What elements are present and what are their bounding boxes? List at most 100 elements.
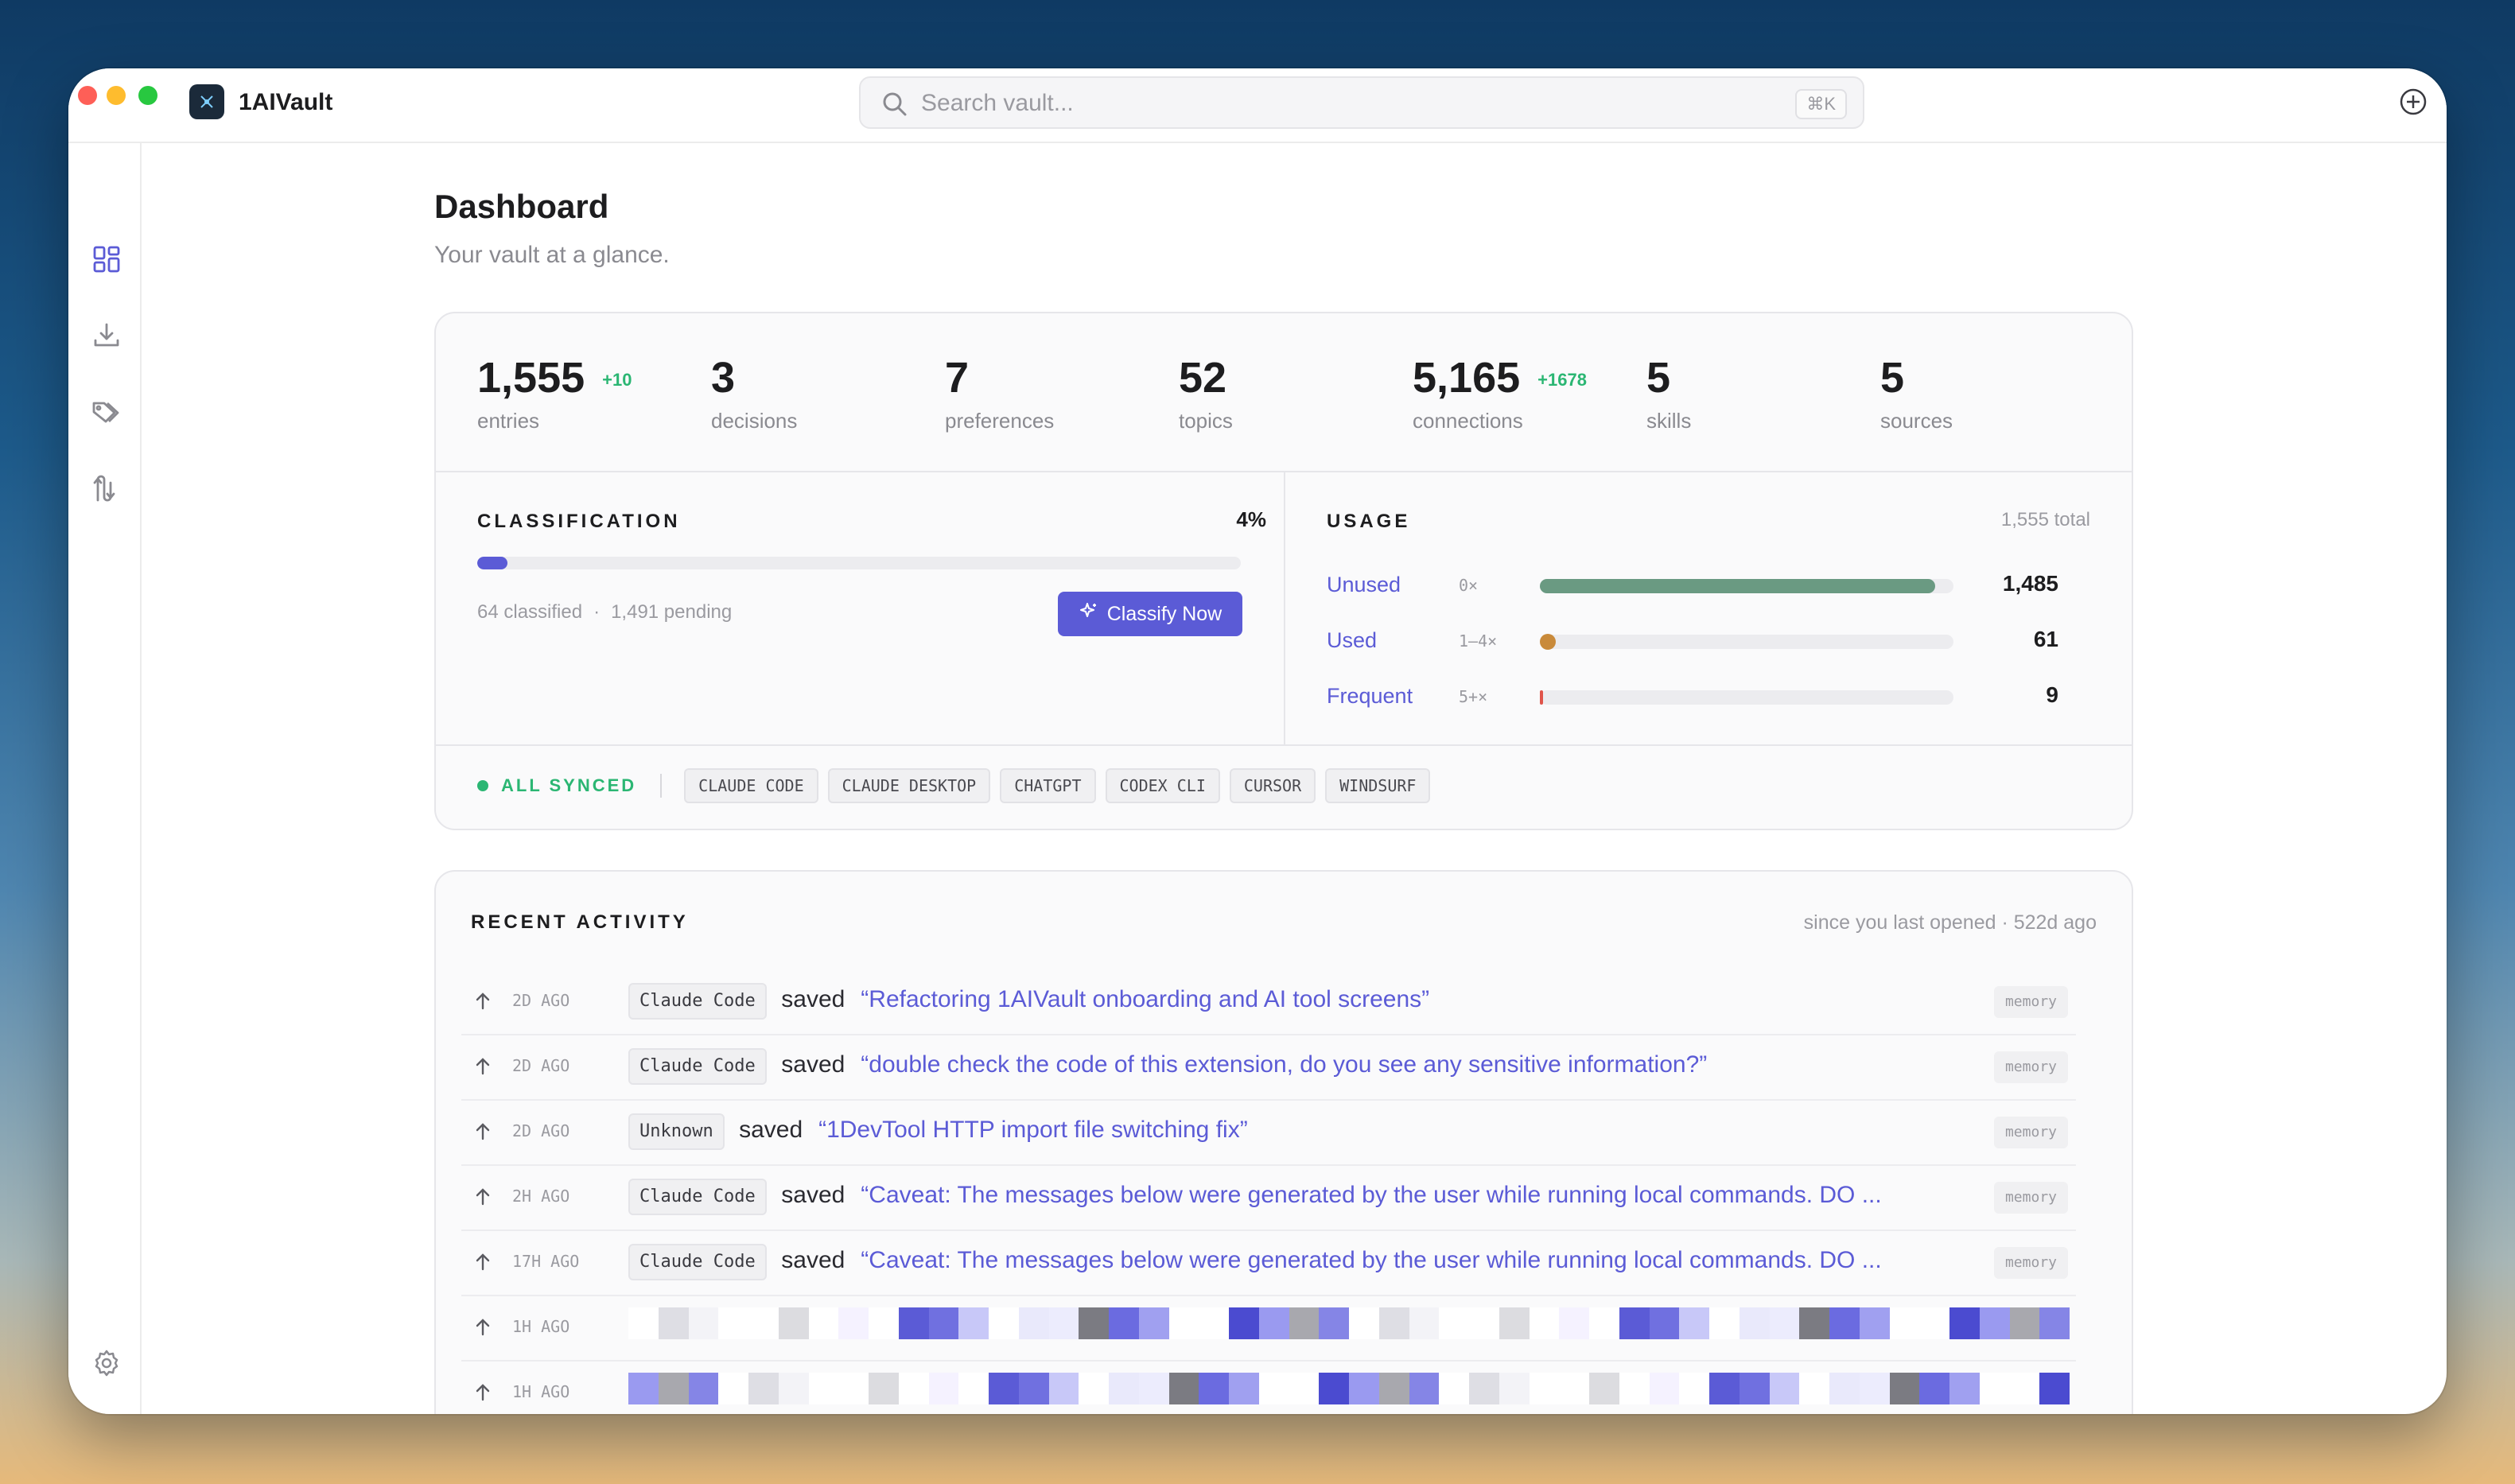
usage-range: 0× [1459,576,1479,595]
activity-type-badge: memory [1993,1051,2068,1083]
usage-bar-fill [1540,690,1543,705]
stat-entries: 1,555 +10 entries [477,353,632,433]
activity-verb: saved [781,1182,845,1208]
source-chip[interactable]: CLAUDE DESKTOP [827,768,991,803]
add-circle-icon[interactable] [2399,87,2428,120]
sidebar-item-import[interactable] [91,321,122,353]
activity-source-badge: Claude Code [628,1244,767,1280]
settings-button[interactable] [91,1349,122,1381]
activity-title-link[interactable]: “1DevTool HTTP import file switching fix… [818,1117,1248,1144]
source-chip[interactable]: CURSOR [1229,768,1316,803]
stat-connections: 5,165 +1678 connections [1413,353,1587,433]
gear-icon [92,1349,121,1381]
minimize-window-button[interactable] [107,86,126,105]
stat-label: entries [477,409,540,433]
activity-row[interactable]: 2D AGO Claude Code saved “double check the … [461,1035,2076,1101]
activity-row[interactable]: 2D AGO Claude Code saved “Refactoring 1AIVa… [461,970,2076,1035]
activity-title-link[interactable]: “Caveat: The messages below were generat… [861,1247,1881,1274]
meta-separator: · [593,601,601,623]
stat-value: 5 [1646,354,1671,402]
divider [660,774,663,798]
activity-title-link[interactable]: “Refactoring 1AIVault onboarding and AI … [861,986,1429,1013]
classification-title: CLASSIFICATION [477,511,681,532]
sidebar-item-dashboard[interactable] [91,245,122,277]
source-chip[interactable]: CHATGPT [1000,768,1096,803]
search-icon [881,91,908,122]
stat-value: 1,555 [477,354,585,402]
usage-name[interactable]: Frequent [1327,684,1413,709]
activity-time: 1H AGO [512,1317,570,1336]
source-chip[interactable]: WINDSURF [1325,768,1431,803]
sidebar-item-routes[interactable] [91,474,122,506]
classification-percent: 4% [1236,507,1266,531]
activity-row[interactable]: 1H AGO [461,1296,2076,1362]
activity-row[interactable]: 2D AGO Unknown saved “1DevTool HTTP import … [461,1101,2076,1166]
source-chip[interactable]: CODEX CLI [1105,768,1220,803]
zoom-window-button[interactable] [138,86,157,105]
grid-icon [92,245,121,278]
activity-verb: saved [781,986,845,1012]
activity-verb: saved [739,1117,803,1143]
classification-progress-fill [477,557,508,569]
usage-name[interactable]: Unused [1327,573,1401,597]
usage-value: 61 [2033,627,2058,651]
since-last-opened: since you last opened · 522d ago [1803,911,2097,934]
stat-value: 7 [945,354,970,402]
activity-verb: saved [781,1247,845,1273]
activity-source-badge: Claude Code [628,1048,767,1085]
usage-row-unused: Unused 0× 1,485 [1327,569,2058,601]
stat-delta: +1678 [1537,370,1587,390]
stat-label: decisions [711,409,798,433]
usage-bar-fill [1540,579,1935,593]
usage-title: USAGE [1327,511,1411,532]
pending-count: 1,491 pending [611,601,733,623]
sidebar-item-tags[interactable] [91,398,122,429]
redacted-content [628,1307,2070,1339]
usage-range: 5+× [1459,687,1488,706]
activity-time: 2D AGO [512,991,570,1010]
download-icon [92,321,121,354]
activity-verb: saved [781,1051,845,1078]
search-bar[interactable]: ⌘K [859,76,1864,129]
arrow-up-icon [472,991,493,1016]
recent-activity-card: RECENT ACTIVITY since you last opened · … [434,870,2133,1414]
activity-time: 17H AGO [512,1252,580,1271]
stat-label: connections [1413,409,1523,433]
recent-activity-title: RECENT ACTIVITY [471,911,689,933]
arrow-up-icon [472,1056,493,1081]
sync-status-row: ALL SYNCED CLAUDE CODE CLAUDE DESKTOP CH… [477,767,1440,805]
stat-sources: 5 sources [1880,353,1953,433]
stat-label: topics [1179,409,1233,433]
sparkle-icon [1079,601,1099,627]
classify-now-button[interactable]: Classify Now [1058,592,1242,636]
usage-row-frequent: Frequent 5+× 9 [1327,681,2058,713]
activity-title-link[interactable]: “Caveat: The messages below were generat… [861,1182,1881,1209]
arrow-up-icon [472,1187,493,1211]
app-name: 1AIVault [239,89,333,115]
redacted-content [628,1373,2070,1404]
sync-status-label: ALL SYNCED [501,775,637,795]
close-window-button[interactable] [78,86,97,105]
activity-time: 2D AGO [512,1056,570,1075]
activity-row[interactable]: 2H AGO Claude Code saved “Caveat: The messa… [461,1166,2076,1231]
search-input[interactable] [921,87,1716,119]
classified-count: 64 classified [477,601,583,623]
usage-name[interactable]: Used [1327,628,1377,653]
stat-label: sources [1880,409,1953,433]
divider [436,744,2132,746]
stat-skills: 5 skills [1646,353,1691,433]
activity-title-link[interactable]: “double check the code of this extension… [861,1051,1707,1078]
activity-row[interactable]: 17H AGO Claude Code saved “Caveat: The mess… [461,1231,2076,1296]
source-chip[interactable]: CLAUDE CODE [684,768,818,803]
activity-row[interactable]: 1H AGO [461,1362,2076,1414]
activity-type-badge: memory [1993,1117,2068,1148]
arrow-up-icon [472,1121,493,1146]
title-bar: 1AIVault ⌘K [68,68,2447,143]
activity-type-badge: memory [1993,1247,2068,1279]
tags-icon [91,398,122,430]
divider [1284,472,1285,746]
search-shortcut-badge: ⌘K [1795,89,1847,119]
stat-preferences: 7 preferences [945,353,1054,433]
page-subtitle: Your vault at a glance. [434,242,670,268]
app-window: 1AIVault ⌘K [68,68,2447,1414]
